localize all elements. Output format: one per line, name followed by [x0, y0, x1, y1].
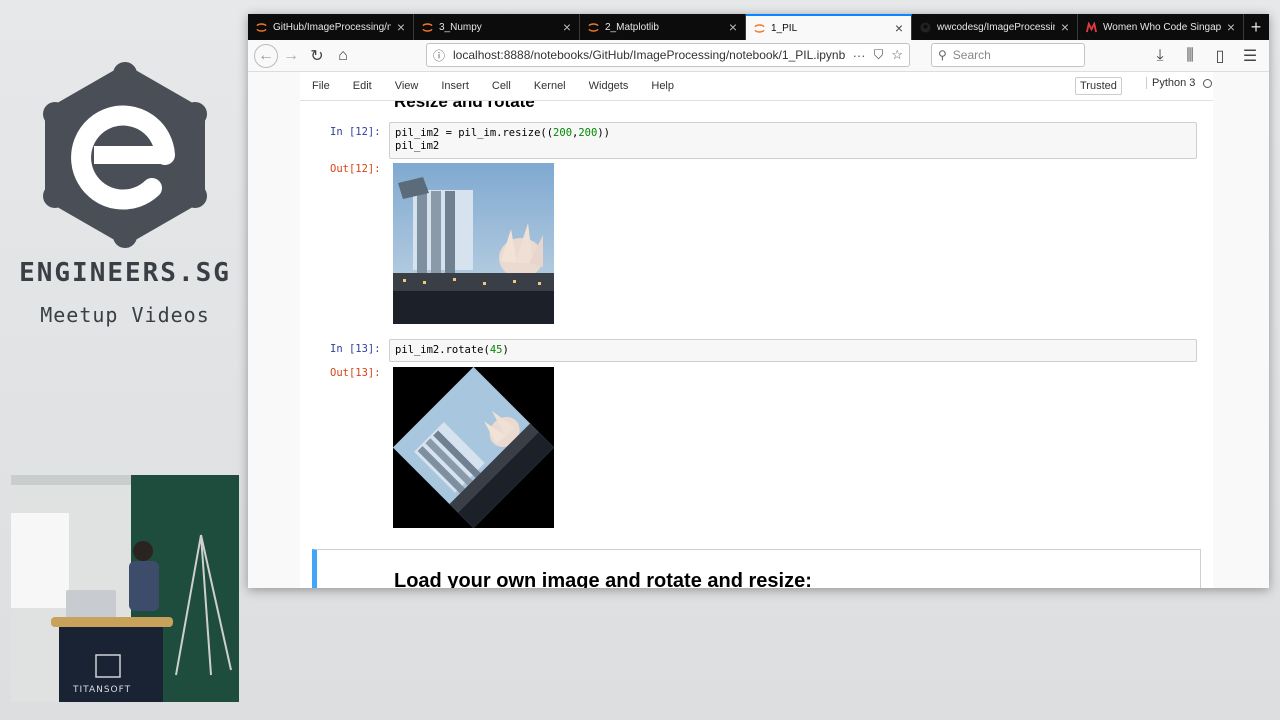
- output-image-rotated: [393, 367, 554, 528]
- meetup-icon: [1086, 21, 1097, 32]
- toolbar-right: ⤓ ⫼ ▯ ☰: [1147, 43, 1263, 69]
- jupyter-icon: [588, 22, 599, 32]
- out-prompt: Out[12]:: [330, 163, 381, 175]
- code-cell-resize[interactable]: pil_im2 = pil_im.resize((200,200)) pil_i…: [389, 122, 1197, 159]
- tab-label: wwcodesg/ImageProcessing: [937, 21, 1055, 33]
- jupyter-icon: [256, 22, 267, 32]
- out-prompt: Out[13]:: [330, 367, 381, 379]
- code-cell-rotate[interactable]: pil_im2.rotate(45): [389, 339, 1197, 362]
- in-prompt: In [13]:: [330, 343, 381, 355]
- kernel-name: Python 3: [1152, 77, 1196, 89]
- jupyter-menubar: File Edit View Insert Cell Kernel Widget…: [300, 72, 1213, 101]
- speaker-video: TITANSOFT: [11, 475, 239, 702]
- code-text: pil_im2: [395, 140, 440, 152]
- output-image-resized: [393, 163, 554, 324]
- code-number: 45: [489, 344, 503, 356]
- tab-label: GitHub/ImageProcessing/nc: [273, 21, 391, 33]
- download-icon[interactable]: ⤓: [1147, 43, 1173, 69]
- pocket-icon[interactable]: ⛉: [874, 47, 884, 63]
- tab-label: 1_PIL: [771, 22, 798, 34]
- close-icon[interactable]: ×: [895, 21, 903, 35]
- sidebar-icon[interactable]: ▯: [1207, 43, 1233, 69]
- url-bar[interactable]: ⓘ localhost:8888/notebooks/GitHub/ImageP…: [426, 43, 910, 67]
- markdown-cell[interactable]: Load your own image and rotate and resiz…: [312, 549, 1201, 588]
- back-button[interactable]: ←: [254, 43, 278, 68]
- code-text: ): [502, 344, 509, 356]
- code-number: 200: [578, 127, 598, 139]
- new-tab-button[interactable]: +: [1244, 14, 1268, 40]
- jupyter-icon: [754, 23, 765, 33]
- code-text: pil_im2 = pil_im.resize((: [395, 127, 554, 139]
- info-icon[interactable]: ⓘ: [433, 47, 445, 64]
- kernel-indicator[interactable]: Python 3: [1146, 77, 1213, 89]
- tab-women-who-code[interactable]: Women Who Code Singapore ×: [1078, 14, 1244, 40]
- menu-help[interactable]: Help: [651, 80, 674, 92]
- hamburger-menu-icon[interactable]: ☰: [1237, 43, 1263, 69]
- code-text: )): [597, 127, 610, 139]
- code-text: pil_im2.rotate(: [395, 344, 490, 356]
- brand-title: ENGINEERS.SG: [19, 258, 231, 288]
- forward-button[interactable]: →: [278, 43, 304, 69]
- home-button[interactable]: ⌂: [330, 43, 356, 69]
- library-icon[interactable]: ⫼: [1177, 43, 1203, 69]
- menu-insert[interactable]: Insert: [441, 80, 469, 92]
- browser-window: GitHub/ImageProcessing/nc × 3_Numpy × 2_…: [248, 14, 1269, 588]
- navigation-bar: ← → ↻ ⌂ ⓘ localhost:8888/notebooks/GitHu…: [248, 40, 1269, 72]
- bookmark-star-icon[interactable]: ☆: [891, 47, 903, 63]
- search-placeholder: Search: [952, 48, 991, 62]
- trusted-indicator[interactable]: Trusted: [1075, 77, 1122, 95]
- close-icon[interactable]: ×: [729, 20, 737, 34]
- close-icon[interactable]: ×: [397, 20, 405, 34]
- menu-cell[interactable]: Cell: [492, 80, 511, 92]
- search-icon: ⚲: [938, 48, 947, 62]
- tab-label: 2_Matplotlib: [605, 21, 659, 33]
- tab-1-pil[interactable]: 1_PIL ×: [746, 14, 912, 40]
- tab-3-numpy[interactable]: 3_Numpy ×: [414, 14, 580, 40]
- tab-github-imageprocessing[interactable]: GitHub/ImageProcessing/nc ×: [248, 14, 414, 40]
- tab-label: Women Who Code Singapore: [1103, 21, 1221, 33]
- video-watermark: TITANSOFT: [73, 685, 132, 695]
- url-text: localhost:8888/notebooks/GitHub/ImagePro…: [453, 48, 845, 62]
- page-actions-icon[interactable]: ···: [853, 48, 866, 63]
- notebook-area: Resize and rotate In [12]: pil_im2 = pil…: [300, 101, 1213, 588]
- menu-kernel[interactable]: Kernel: [534, 80, 566, 92]
- code-number: 200: [553, 127, 573, 139]
- menu-file[interactable]: File: [312, 80, 330, 92]
- close-icon[interactable]: ×: [563, 20, 571, 34]
- tab-2-matplotlib[interactable]: 2_Matplotlib ×: [580, 14, 746, 40]
- hexagon-e-logo-icon: [43, 62, 207, 248]
- menu-widgets[interactable]: Widgets: [589, 80, 629, 92]
- markdown-heading: Load your own image and rotate and resiz…: [394, 570, 812, 588]
- tab-wwcodesg-github[interactable]: wwcodesg/ImageProcessing ×: [912, 14, 1078, 40]
- close-icon[interactable]: ×: [1227, 20, 1235, 34]
- menu-view[interactable]: View: [395, 80, 419, 92]
- jupyter-icon: [422, 22, 433, 32]
- github-icon: [920, 21, 931, 33]
- menu-edit[interactable]: Edit: [353, 80, 372, 92]
- tab-label: 3_Numpy: [439, 21, 482, 33]
- tab-bar: GitHub/ImageProcessing/nc × 3_Numpy × 2_…: [248, 14, 1269, 40]
- close-icon[interactable]: ×: [1061, 20, 1069, 34]
- search-input[interactable]: ⚲ Search: [931, 43, 1085, 67]
- reload-button[interactable]: ↻: [304, 43, 330, 69]
- section-heading: Resize and rotate: [394, 101, 535, 111]
- in-prompt: In [12]:: [330, 126, 381, 138]
- brand-subtitle: Meetup Videos: [40, 303, 210, 327]
- kernel-status-icon: [1203, 78, 1213, 88]
